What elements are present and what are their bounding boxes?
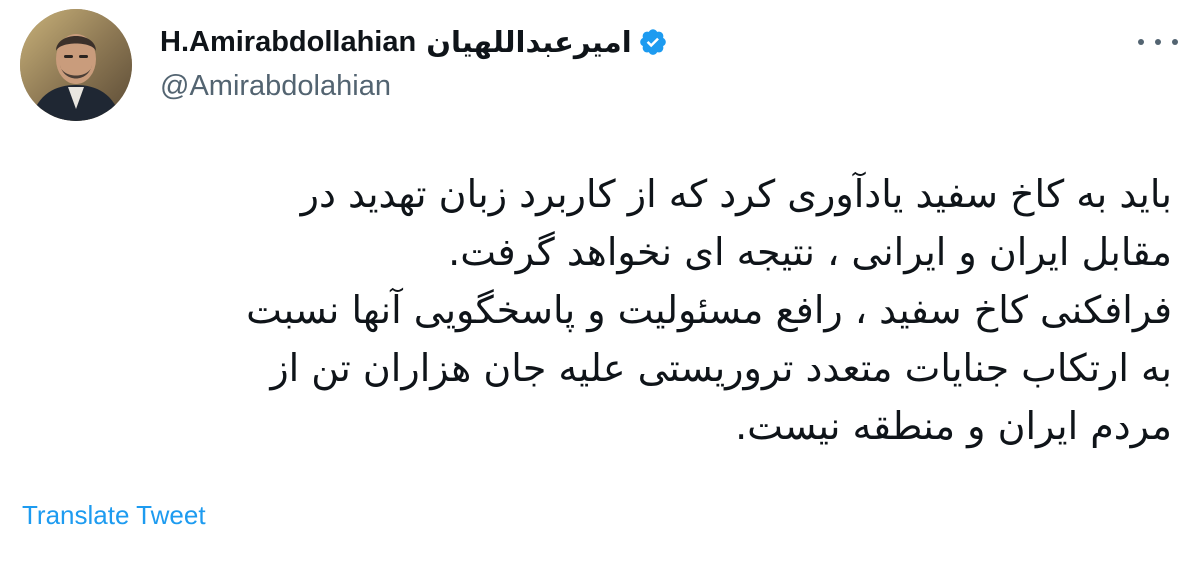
tweet-text-line: باید به کاخ سفید یادآوری کرد که از کاربر…: [300, 172, 1172, 216]
author-native-name[interactable]: امیرعبداللهیان: [426, 25, 631, 59]
translate-tweet-link[interactable]: Translate Tweet: [22, 500, 206, 531]
tweet-card: H.Amirabdollahian امیرعبداللهیان @Amirab…: [0, 0, 1200, 573]
tweet-text-line: به ارتکاب جنایات متعدد تروریستی علیه جان…: [270, 346, 1172, 390]
author-display-name[interactable]: H.Amirabdollahian: [160, 26, 416, 59]
more-horizontal-icon: [1138, 39, 1144, 45]
more-horizontal-icon: [1155, 39, 1161, 45]
tweet-text: باید به کاخ سفید یادآوری کرد که از کاربر…: [60, 165, 1172, 455]
author-name-row: H.Amirabdollahian امیرعبداللهیان: [160, 22, 860, 62]
more-horizontal-icon: [1172, 39, 1178, 45]
avatar[interactable]: [20, 9, 132, 121]
tweet-text-line: فرافکنی کاخ سفید ، رافع مسئولیت و پاسخگو…: [246, 288, 1172, 332]
more-options-button[interactable]: [1138, 28, 1178, 56]
tweet-text-line: مردم ایران و منطقه نیست.: [735, 404, 1172, 448]
tweet-author: H.Amirabdollahian امیرعبداللهیان @Amirab…: [160, 22, 860, 102]
author-handle[interactable]: @Amirabdolahian: [160, 70, 860, 103]
verified-badge-icon: [638, 27, 668, 57]
tweet-text-line: مقابل ایران و ایرانی ، نتیجه ای نخواهد گ…: [448, 230, 1172, 274]
profile-photo-icon: [20, 9, 132, 121]
